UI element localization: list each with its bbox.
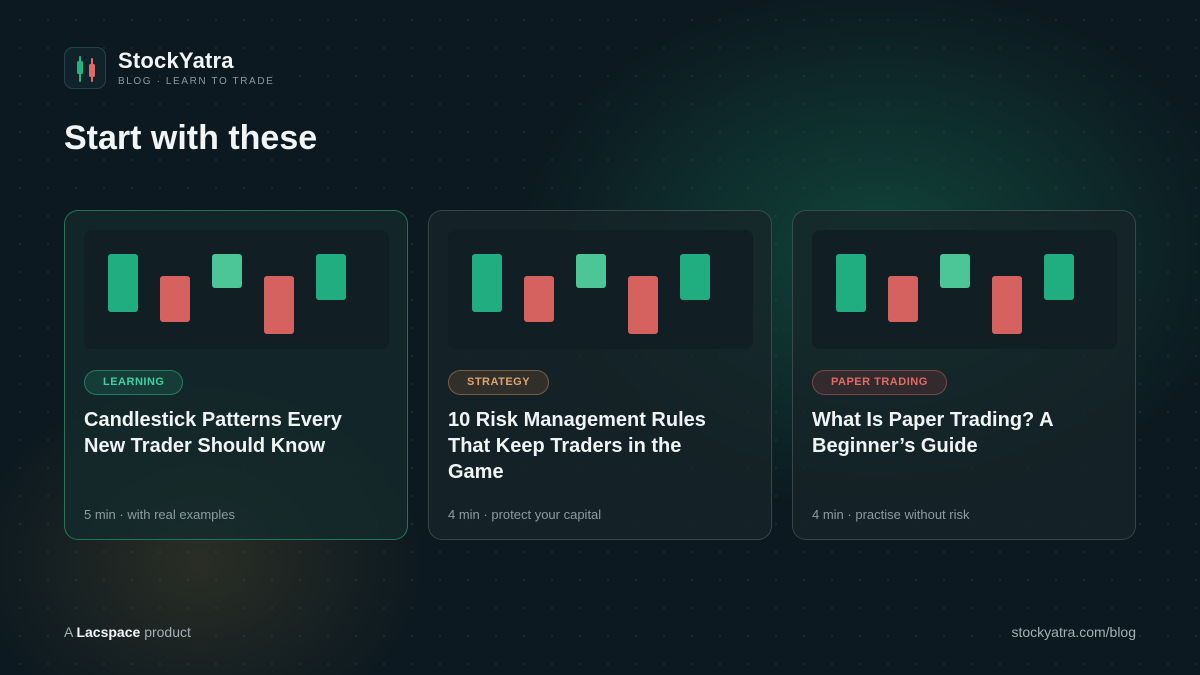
article-title[interactable]: What Is Paper Trading? A Beginner’s Guid… bbox=[812, 407, 1102, 459]
category-badge[interactable]: PAPER TRADING bbox=[812, 370, 947, 395]
category-badge[interactable]: LEARNING bbox=[84, 370, 184, 395]
blog-url-link[interactable]: stockyatra.com/blog bbox=[1012, 624, 1137, 640]
company-name[interactable]: Lacspace bbox=[76, 624, 140, 640]
article-card-paper-trading[interactable]: PAPER TRADING What Is Paper Trading? A B… bbox=[792, 210, 1136, 540]
footer-prefix: A bbox=[64, 624, 73, 640]
category-badge[interactable]: STRATEGY bbox=[448, 370, 550, 395]
candlestick-illustration bbox=[448, 230, 753, 349]
page-heading: Start with these bbox=[64, 119, 318, 157]
article-meta: 5 min · with real examples bbox=[84, 507, 235, 522]
article-meta: 4 min · practise without risk bbox=[812, 507, 970, 522]
candlestick-icon bbox=[64, 47, 106, 89]
brand-tagline: BLOG · LEARN TO TRADE bbox=[118, 75, 275, 87]
candlestick-illustration bbox=[84, 230, 389, 349]
footer-suffix: product bbox=[144, 624, 191, 640]
footer-credit: A Lacspace product bbox=[64, 624, 191, 640]
brand-name: StockYatra bbox=[118, 47, 234, 73]
article-cards: LEARNING Candlestick Patterns Every New … bbox=[64, 210, 1136, 540]
article-title[interactable]: Candlestick Patterns Every New Trader Sh… bbox=[84, 407, 374, 459]
article-card-risk-management[interactable]: STRATEGY 10 Risk Management Rules That K… bbox=[428, 210, 772, 540]
brand[interactable]: StockYatra BLOG · LEARN TO TRADE bbox=[64, 47, 274, 89]
article-card-candlestick-patterns[interactable]: LEARNING Candlestick Patterns Every New … bbox=[64, 210, 408, 540]
candlestick-illustration bbox=[812, 230, 1117, 349]
article-meta: 4 min · protect your capital bbox=[448, 507, 602, 522]
article-title[interactable]: 10 Risk Management Rules That Keep Trade… bbox=[448, 407, 738, 485]
